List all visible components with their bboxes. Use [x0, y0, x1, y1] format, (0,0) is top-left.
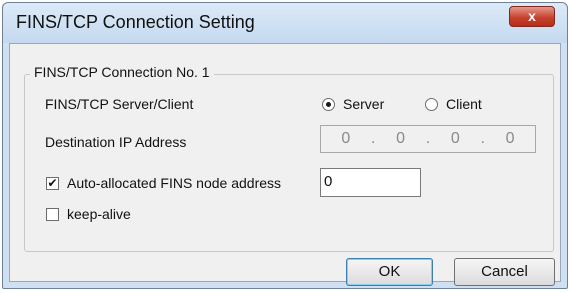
- ip-address-field: 0 . 0 . 0 . 0: [320, 125, 536, 153]
- client-radio-label[interactable]: Client: [446, 96, 482, 112]
- ip-dot-1: .: [370, 130, 376, 147]
- client-radio[interactable]: [425, 98, 438, 111]
- server-client-label: FINS/TCP Server/Client: [45, 96, 194, 112]
- ip-octet-1: 0: [341, 130, 351, 147]
- close-icon: x: [528, 8, 536, 24]
- keep-alive-checkbox[interactable]: [46, 208, 59, 221]
- checkmark-icon: ✔: [47, 176, 58, 190]
- title-bar[interactable]: FINS/TCP Connection Setting x: [3, 3, 567, 43]
- radio-selected-dot: [326, 102, 331, 107]
- ip-octet-3: 0: [450, 130, 460, 147]
- ip-dot-2: .: [425, 130, 431, 147]
- cancel-button[interactable]: Cancel: [454, 258, 555, 286]
- auto-alloc-checkbox[interactable]: ✔: [46, 177, 59, 190]
- keep-alive-label[interactable]: keep-alive: [67, 206, 131, 222]
- server-radio-label[interactable]: Server: [343, 96, 384, 112]
- server-radio[interactable]: [322, 98, 335, 111]
- ok-button[interactable]: OK: [346, 258, 433, 286]
- ip-octet-4: 0: [505, 130, 515, 147]
- close-button[interactable]: x: [509, 6, 555, 27]
- groupbox-legend: FINS/TCP Connection No. 1: [30, 64, 214, 80]
- ip-octet-2: 0: [396, 130, 406, 147]
- dialog-body: FINS/TCP Connection No. 1 FINS/TCP Serve…: [9, 43, 561, 286]
- window-title: FINS/TCP Connection Setting: [16, 12, 255, 32]
- ip-dot-3: .: [480, 130, 485, 147]
- dialog-window: FINS/TCP Connection Setting x FINS/TCP C…: [2, 2, 568, 289]
- destination-ip-label: Destination IP Address: [45, 134, 187, 150]
- auto-alloc-label[interactable]: Auto-allocated FINS node address: [67, 175, 281, 191]
- node-address-input[interactable]: 0: [320, 168, 421, 197]
